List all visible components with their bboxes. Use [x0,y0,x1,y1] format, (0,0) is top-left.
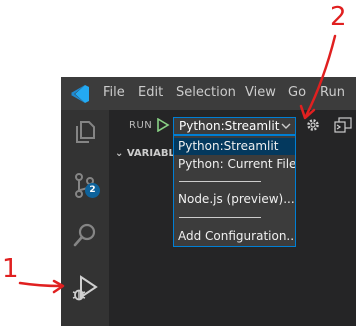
chevron-down-icon: ⌄ [115,148,124,159]
annotation-label-1: 1 [2,254,19,284]
annotation-label-2: 2 [330,2,347,32]
menu-file[interactable]: File [103,85,125,100]
menu-selection[interactable]: Selection [176,85,236,100]
activity-bar: 2 [61,110,109,326]
menu-go[interactable]: Go [288,85,306,100]
run-view-title: RUN [129,120,153,131]
chevron-down-icon [281,123,291,129]
dropdown-separator [179,217,261,218]
debug-console-icon[interactable] [334,117,352,133]
dropdown-option-nodejs-preview[interactable]: Node.js (preview)... [174,191,295,208]
menu-edit[interactable]: Edit [138,85,163,100]
menu-run[interactable]: Run [320,85,345,100]
annotation-arrow-1 [18,281,62,288]
svg-text:1: 1 [2,254,19,284]
menu-view[interactable]: View [245,85,276,100]
dropdown-separator [179,181,261,182]
run-debug-icon[interactable] [70,273,100,303]
dropdown-option-add-configuration[interactable]: Add Configuration... [174,228,295,245]
dropdown-option-python-streamlit[interactable]: Python:Streamlit [174,138,295,155]
vscode-logo-icon [71,85,89,103]
search-icon[interactable] [70,220,100,250]
configuration-select-value: Python:Streamlit [179,119,280,133]
start-debugging-play-icon[interactable] [156,118,170,132]
gear-icon[interactable] [305,117,321,133]
source-control-badge: 2 [85,183,100,198]
configuration-dropdown: Python:Streamlit Python: Current File No… [173,135,296,247]
dropdown-option-python-current-file[interactable]: Python: Current File [174,156,295,173]
configuration-select[interactable]: Python:Streamlit [173,117,296,135]
explorer-icon[interactable] [70,116,100,146]
title-bar: File Edit Selection View Go Run [61,77,356,110]
svg-text:2: 2 [330,2,347,32]
